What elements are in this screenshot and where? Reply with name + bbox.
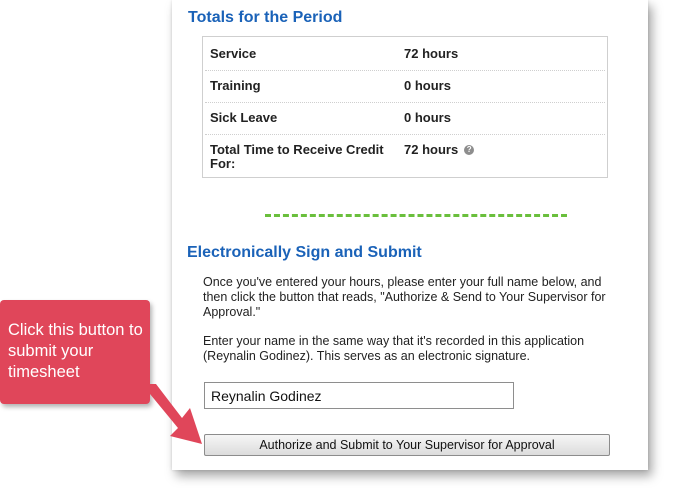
sign-instructions: Once you've entered your hours, please e… [203, 275, 623, 378]
callout: Click this button to submit your timeshe… [0, 300, 150, 404]
row-value: 72 hours [404, 39, 458, 70]
sick-leave-hours: 0 hours [404, 110, 451, 125]
row-label: Service [210, 46, 257, 61]
callout-text: Click this button to submit your timeshe… [8, 321, 143, 381]
row-label: Sick Leave [210, 110, 278, 125]
row-label: Training [210, 78, 261, 93]
section-divider [265, 214, 567, 217]
totals-row-sick-leave: Sick Leave 0 hours [205, 103, 605, 135]
total-credit-hours: 72 hours [404, 142, 459, 157]
totals-row-service: Service 72 hours [205, 39, 605, 71]
row-label: Total Time to Receive Credit For: [210, 142, 384, 171]
totals-row-training: Training 0 hours [205, 71, 605, 103]
row-value: 0 hours [404, 103, 451, 134]
question-icon[interactable]: ? [464, 145, 475, 155]
screenshot-stage: Totals for the Period Service 72 hours T… [0, 0, 673, 493]
instruction-paragraph-2: Enter your name in the same way that it'… [203, 334, 585, 363]
authorize-submit-button[interactable]: Authorize and Submit to Your Supervisor … [204, 434, 610, 456]
row-value: 0 hours [404, 71, 451, 102]
instruction-paragraph-1: Once you've entered your hours, please e… [203, 275, 606, 319]
sign-heading: Electronically Sign and Submit [187, 244, 422, 261]
training-hours: 0 hours [404, 78, 451, 93]
row-value: 72 hours ? [404, 135, 475, 175]
full-name-input[interactable] [204, 382, 514, 409]
totals-table: Service 72 hours Training 0 hours Sick L… [202, 36, 608, 178]
callout-arrow-icon [138, 384, 202, 444]
timesheet-panel: Totals for the Period Service 72 hours T… [172, 0, 648, 470]
totals-heading: Totals for the Period [188, 9, 343, 26]
service-hours: 72 hours [404, 46, 459, 61]
totals-row-total-credit: Total Time to Receive Credit For: 72 hou… [205, 135, 605, 175]
